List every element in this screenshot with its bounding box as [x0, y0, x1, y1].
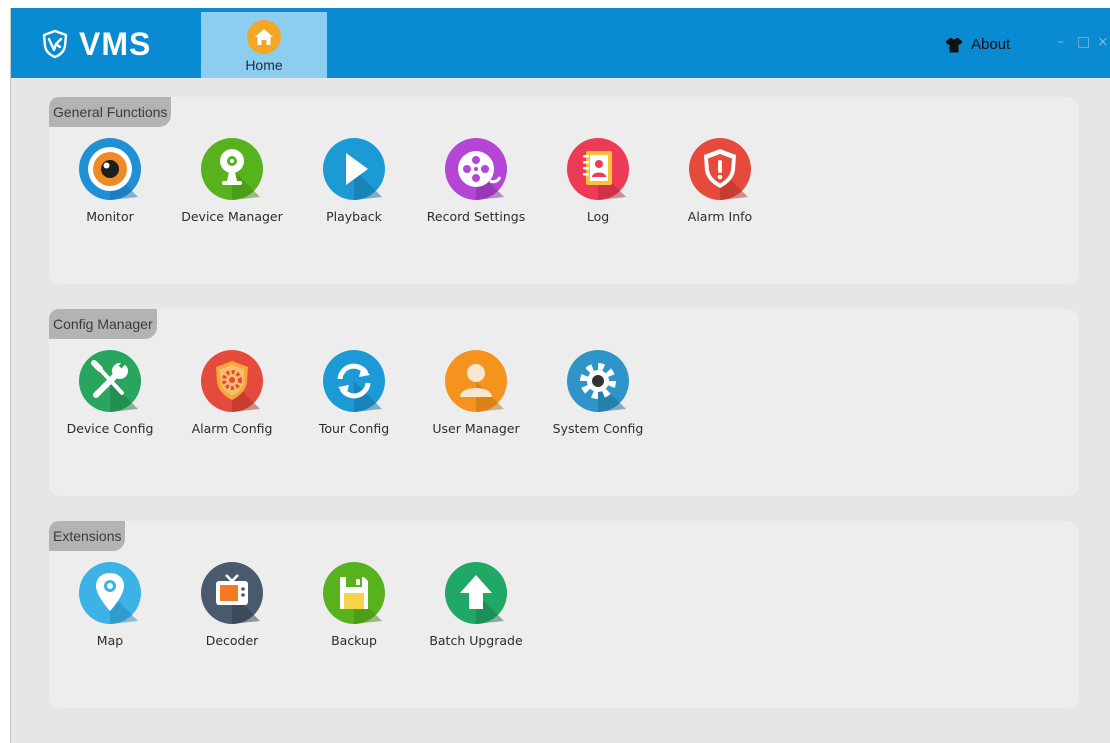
title-bar: VMS Home About – □ × [11, 8, 1110, 78]
tools-icon [79, 350, 141, 412]
home-icon [247, 20, 281, 54]
film-reel-icon [445, 138, 507, 200]
alarm-info-button[interactable]: Alarm Info [659, 137, 781, 224]
tv-icon [201, 562, 263, 624]
monitor-icon [79, 138, 141, 200]
monitor-button[interactable]: Monitor [49, 137, 171, 224]
floppy-disk-icon [323, 562, 385, 624]
user-icon [445, 350, 507, 412]
notebook-icon [567, 138, 629, 200]
item-label: Batch Upgrade [429, 633, 523, 648]
app-title: VMS [79, 25, 152, 62]
item-label: Log [586, 209, 610, 224]
item-label: Backup [331, 633, 377, 648]
section-extensions: Extensions Map Decoder Backup Batch Upgr… [49, 521, 1079, 708]
alarm-config-button[interactable]: Alarm Config [171, 349, 293, 436]
item-label: Record Settings [426, 209, 526, 224]
tab-home[interactable]: Home [201, 12, 327, 78]
item-label: Alarm Info [687, 209, 753, 224]
item-label: Monitor [86, 209, 134, 224]
section-title: Extensions [49, 521, 126, 551]
app-logo: VMS [41, 26, 151, 62]
vms-shield-logo-icon [42, 29, 68, 59]
item-label: Playback [326, 209, 382, 224]
backup-button[interactable]: Backup [293, 561, 415, 648]
playback-button[interactable]: Playback [293, 137, 415, 224]
item-label: System Config [552, 421, 644, 436]
maximize-button[interactable]: □ [1077, 34, 1090, 50]
section-config-manager: Config Manager Device Config Alarm Confi… [49, 309, 1079, 496]
system-config-button[interactable]: System Config [537, 349, 659, 436]
shield-gear-icon [201, 350, 263, 412]
user-manager-button[interactable]: User Manager [415, 349, 537, 436]
device-manager-button[interactable]: Device Manager [171, 137, 293, 224]
tshirt-icon [945, 37, 963, 52]
tab-home-label: Home [245, 57, 283, 73]
decoder-button[interactable]: Decoder [171, 561, 293, 648]
device-config-button[interactable]: Device Config [49, 349, 171, 436]
section-general-functions: General Functions Monitor Device Manager… [49, 97, 1079, 284]
upload-arrow-icon [445, 562, 507, 624]
map-button[interactable]: Map [49, 561, 171, 648]
minimize-button[interactable]: – [1057, 34, 1064, 50]
section-title: Config Manager [49, 309, 157, 339]
refresh-icon [323, 350, 385, 412]
item-label: Alarm Config [191, 421, 273, 436]
app-window: VMS Home About – □ × General Functions M… [10, 8, 1110, 743]
tour-config-button[interactable]: Tour Config [293, 349, 415, 436]
about-button[interactable]: About [945, 36, 1010, 53]
about-label: About [971, 36, 1011, 53]
close-button[interactable]: × [1097, 34, 1109, 50]
log-button[interactable]: Log [537, 137, 659, 224]
item-label: Tour Config [318, 421, 390, 436]
item-label: Device Config [66, 421, 154, 436]
shield-alert-icon [689, 138, 751, 200]
map-pin-icon [79, 562, 141, 624]
item-label: Map [96, 633, 124, 648]
item-label: User Manager [432, 421, 520, 436]
batch-upgrade-button[interactable]: Batch Upgrade [415, 561, 537, 648]
play-icon [323, 138, 385, 200]
webcam-icon [201, 138, 263, 200]
record-settings-button[interactable]: Record Settings [415, 137, 537, 224]
item-label: Device Manager [181, 209, 283, 224]
gear-icon [567, 350, 629, 412]
item-label: Decoder [205, 633, 259, 648]
section-title: General Functions [49, 97, 172, 127]
